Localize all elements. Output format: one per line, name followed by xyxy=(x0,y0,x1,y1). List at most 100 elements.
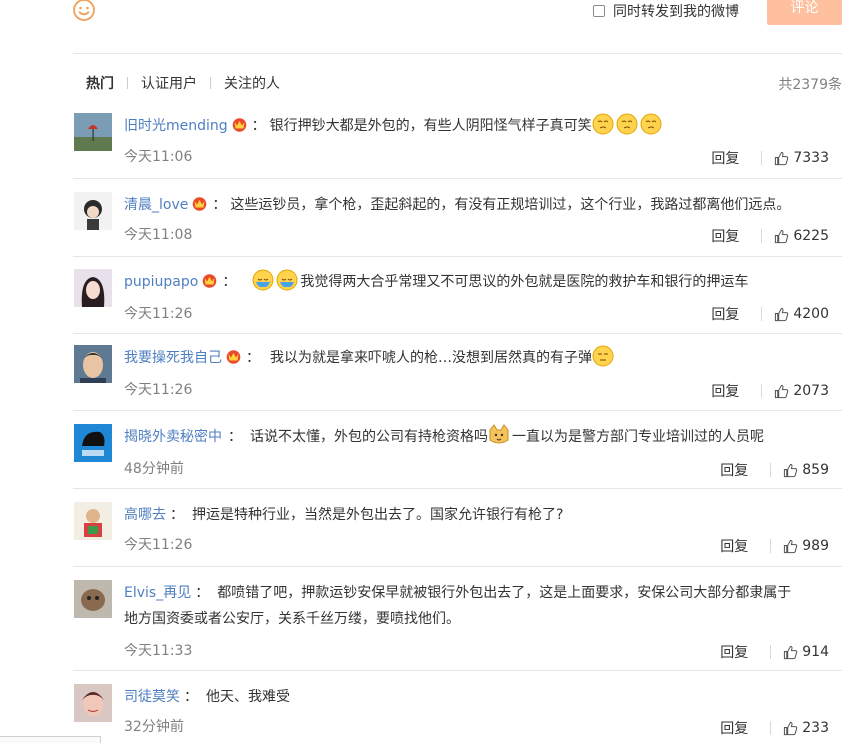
emoji-icon xyxy=(592,113,614,135)
like-count: 7333 xyxy=(793,150,829,166)
comment-item: 旧时光mending：银行押钞大都是外包的，有些人阴阳怪气样子真可笑 今天11:… xyxy=(73,113,842,179)
smiley-icon[interactable] xyxy=(72,0,96,22)
like-icon[interactable] xyxy=(783,721,798,736)
comment-text: 这些运钞员，拿个枪，歪起斜起的，有没有正规培训过，这个行业，我路过都离他们远点。 xyxy=(230,197,791,213)
action-separator xyxy=(770,645,772,659)
username-link[interactable]: Elvis_再见 xyxy=(124,585,191,601)
repost-checkbox[interactable]: 同时转发到我的微博 xyxy=(593,2,739,20)
crown-icon[interactable] xyxy=(231,117,248,132)
emoji-icon xyxy=(252,269,274,291)
comment-text: 一直以为是警方部门专业培训过的人员呢 xyxy=(512,429,764,445)
comment-body: pupiupapo：我觉得两大合乎常理又不可思议的外包就是医院的救护车和银行的押… xyxy=(124,269,836,295)
like-icon[interactable] xyxy=(774,151,789,166)
reply-button[interactable]: 回复 xyxy=(720,460,748,480)
reply-button[interactable]: 回复 xyxy=(711,148,739,168)
comment-time: 48分钟前 xyxy=(124,461,184,477)
comment-time: 今天11:06 xyxy=(124,149,193,165)
emoji-icon xyxy=(276,269,298,291)
comment-item: 高哪去：押运是特种行业，当然是外包出去了。国家允许银行有枪了? 今天11:26 … xyxy=(73,502,842,567)
reply-button[interactable]: 回复 xyxy=(711,226,739,246)
emoji-icon xyxy=(640,113,662,135)
like-icon[interactable] xyxy=(774,384,789,399)
comment-time: 今天11:33 xyxy=(124,643,193,659)
comment-time: 今天11:26 xyxy=(124,537,193,553)
comment-time: 今天11:26 xyxy=(124,382,193,398)
reply-button[interactable]: 回复 xyxy=(720,536,748,556)
comment-actions: 回复 859 xyxy=(720,460,829,480)
crown-icon[interactable] xyxy=(225,349,242,364)
username-link[interactable]: 高哪去 xyxy=(124,507,166,523)
reply-button[interactable]: 回复 xyxy=(711,381,739,401)
username-link[interactable]: 清晨_love xyxy=(124,197,188,213)
reply-button[interactable]: 回复 xyxy=(720,642,748,662)
comment-text: 话说不太懂，外包的公司有持枪资格吗 xyxy=(250,429,488,445)
comment-text: 他天、我难受 xyxy=(206,689,290,705)
avatar[interactable] xyxy=(74,424,112,462)
comment-item: 我要操死我自己：我以为就是拿来吓唬人的枪…没想到居然真的有子弹 今天11:26 … xyxy=(73,345,842,411)
reply-button[interactable]: 回复 xyxy=(720,718,748,738)
like-icon[interactable] xyxy=(783,463,798,478)
emoji-icon xyxy=(489,424,509,444)
tab-verified-users[interactable]: 认证用户 xyxy=(141,73,197,93)
like-icon[interactable] xyxy=(783,645,798,660)
username-link[interactable]: 旧时光mending xyxy=(124,118,228,134)
submit-comment-button[interactable]: 评论 xyxy=(767,0,842,25)
action-separator xyxy=(761,307,763,321)
avatar[interactable] xyxy=(74,113,112,151)
avatar[interactable] xyxy=(74,580,112,618)
avatar[interactable] xyxy=(74,345,112,383)
avatar[interactable] xyxy=(74,502,112,540)
action-separator xyxy=(770,539,772,553)
like-count: 4200 xyxy=(793,306,829,322)
like-count: 6225 xyxy=(793,228,829,244)
action-separator xyxy=(770,463,772,477)
username-link[interactable]: pupiupapo xyxy=(124,274,198,290)
comment-body: Elvis_再见：都喷错了吧，押款运钞安保早就被银行外包出去了，这是上面要求，安… xyxy=(124,585,792,627)
emoji-icon xyxy=(592,345,614,367)
avatar[interactable] xyxy=(74,269,112,307)
comment-actions: 回复 7333 xyxy=(711,148,829,168)
comment-body: 清晨_love：这些运钞员，拿个枪，歪起斜起的，有没有正规培训过，这个行业，我路… xyxy=(124,196,791,213)
comment-time: 今天11:08 xyxy=(124,227,193,243)
divider xyxy=(73,53,842,54)
comment-text: 我觉得两大合乎常理又不可思议的外包就是医院的救护车和银行的押运车 xyxy=(300,274,749,290)
like-count: 2073 xyxy=(793,383,829,399)
comment-actions: 回复 914 xyxy=(720,642,829,662)
emoji-icon xyxy=(616,113,638,135)
comment-time: 32分钟前 xyxy=(124,719,184,735)
action-separator xyxy=(761,229,763,243)
comment-text: 银行押钞大都是外包的，有些人阴阳怪气样子真可笑 xyxy=(269,118,592,134)
repost-label: 同时转发到我的微博 xyxy=(613,4,739,20)
comment-actions: 回复 233 xyxy=(720,718,829,738)
reply-button[interactable]: 回复 xyxy=(711,304,739,324)
crown-icon[interactable] xyxy=(201,273,218,288)
like-count: 233 xyxy=(802,720,829,736)
tab-separator xyxy=(210,77,211,89)
comment-item: 司徒莫笑：他天、我难受 32分钟前 回复 233 xyxy=(73,684,842,742)
avatar[interactable] xyxy=(74,684,112,722)
username-link[interactable]: 我要操死我自己 xyxy=(124,350,222,366)
comment-total-count: 共2379条 xyxy=(778,77,842,93)
like-icon[interactable] xyxy=(774,229,789,244)
username-link[interactable]: 司徒莫笑 xyxy=(124,689,180,705)
filter-tabs: 热门 认证用户 关注的人 xyxy=(86,73,280,93)
comment-text: 地方国资委或者公安厅，关系千丝万缕，要喷找他们。 xyxy=(124,611,460,627)
comment-actions: 回复 2073 xyxy=(711,381,829,401)
action-separator xyxy=(761,384,763,398)
comment-body: 我要操死我自己：我以为就是拿来吓唬人的枪…没想到居然真的有子弹 xyxy=(124,345,836,371)
tab-hot[interactable]: 热门 xyxy=(86,73,114,93)
avatar[interactable] xyxy=(74,192,112,230)
tab-following[interactable]: 关注的人 xyxy=(224,73,280,93)
comment-body: 揭晓外卖秘密中：话说不太懂，外包的公司有持枪资格吗 一直以为是警方部门专业培训过的… xyxy=(124,424,836,450)
username-link[interactable]: 揭晓外卖秘密中 xyxy=(124,429,222,445)
like-icon[interactable] xyxy=(783,539,798,554)
comment-item: Elvis_再见：都喷错了吧，押款运钞安保早就被银行外包出去了，这是上面要求，安… xyxy=(73,580,842,671)
like-icon[interactable] xyxy=(774,307,789,322)
comment-time: 今天11:26 xyxy=(124,306,193,322)
comment-actions: 回复 6225 xyxy=(711,226,829,246)
crown-icon[interactable] xyxy=(191,196,208,211)
comment-actions: 回复 4200 xyxy=(711,304,829,324)
comment-item: 揭晓外卖秘密中：话说不太懂，外包的公司有持枪资格吗 一直以为是警方部门专业培训过的… xyxy=(73,424,842,489)
comment-text: 我以为就是拿来吓唬人的枪…没想到居然真的有子弹 xyxy=(270,350,592,366)
checkbox-box[interactable] xyxy=(593,5,605,17)
